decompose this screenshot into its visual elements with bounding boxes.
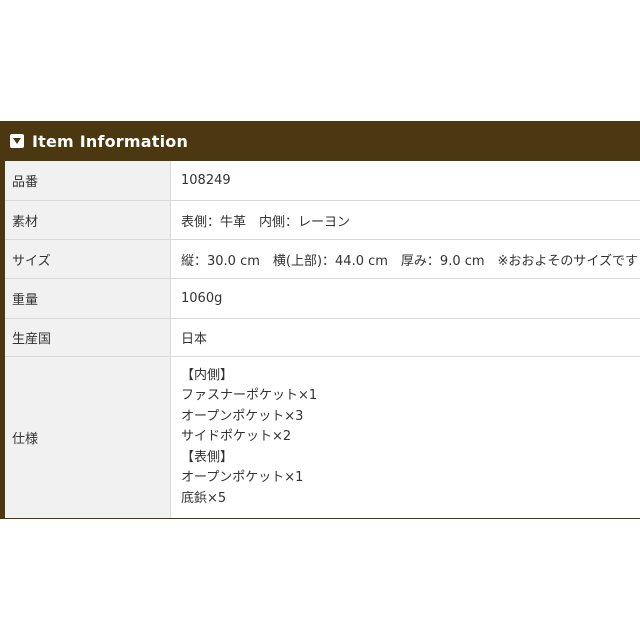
spec-line: オープンポケット×1	[181, 470, 304, 486]
row-value: 表側：牛革 内側：レーヨン	[170, 200, 640, 240]
spec-table: 品番 108249 素材 表側：牛革 内側：レーヨン サイズ 縦：30.0 cm…	[5, 161, 640, 518]
spec-line: 【内側】	[181, 367, 234, 383]
row-label: 仕様	[5, 356, 171, 518]
row-value: 1060g	[170, 278, 640, 319]
row-value: 108249	[170, 161, 640, 201]
table-row: 素材 表側：牛革 内側：レーヨン	[5, 200, 640, 240]
row-label: 素材	[5, 200, 171, 240]
row-value: 日本	[170, 318, 640, 357]
table-row: 品番 108249	[5, 161, 640, 201]
spec-line: 【表側】	[181, 449, 234, 465]
row-value-multiline: 【内側】 ファスナーポケット×1 オープンポケット×3 サイドポケット×2 【表…	[170, 356, 640, 518]
section-header[interactable]: Item Information	[0, 121, 640, 161]
table-row: 生産国 日本	[5, 318, 640, 357]
spec-line: ファスナーポケット×1	[181, 388, 318, 404]
table-row: 仕様 【内側】 ファスナーポケット×1 オープンポケット×3 サイドポケット×2…	[5, 356, 640, 518]
row-label: 重量	[5, 278, 171, 319]
table-row: サイズ 縦：30.0 cm 横(上部)：44.0 cm 厚み：9.0 cm ※お…	[5, 239, 640, 279]
item-information-panel: Item Information 品番 108249 素材 表側：牛革 内側：レ…	[0, 121, 640, 519]
row-label: 生産国	[5, 318, 171, 357]
section-title: Item Information	[32, 131, 189, 151]
dropdown-triangle-icon	[10, 134, 24, 148]
spec-line: 底鋲×5	[181, 490, 227, 506]
spec-line: サイドポケット×2	[181, 429, 292, 445]
spec-line: オープンポケット×3	[181, 408, 304, 424]
row-label: 品番	[5, 161, 171, 201]
table-row: 重量 1060g	[5, 278, 640, 319]
row-value: 縦：30.0 cm 横(上部)：44.0 cm 厚み：9.0 cm ※おおよその…	[170, 239, 640, 279]
row-label: サイズ	[5, 239, 171, 279]
